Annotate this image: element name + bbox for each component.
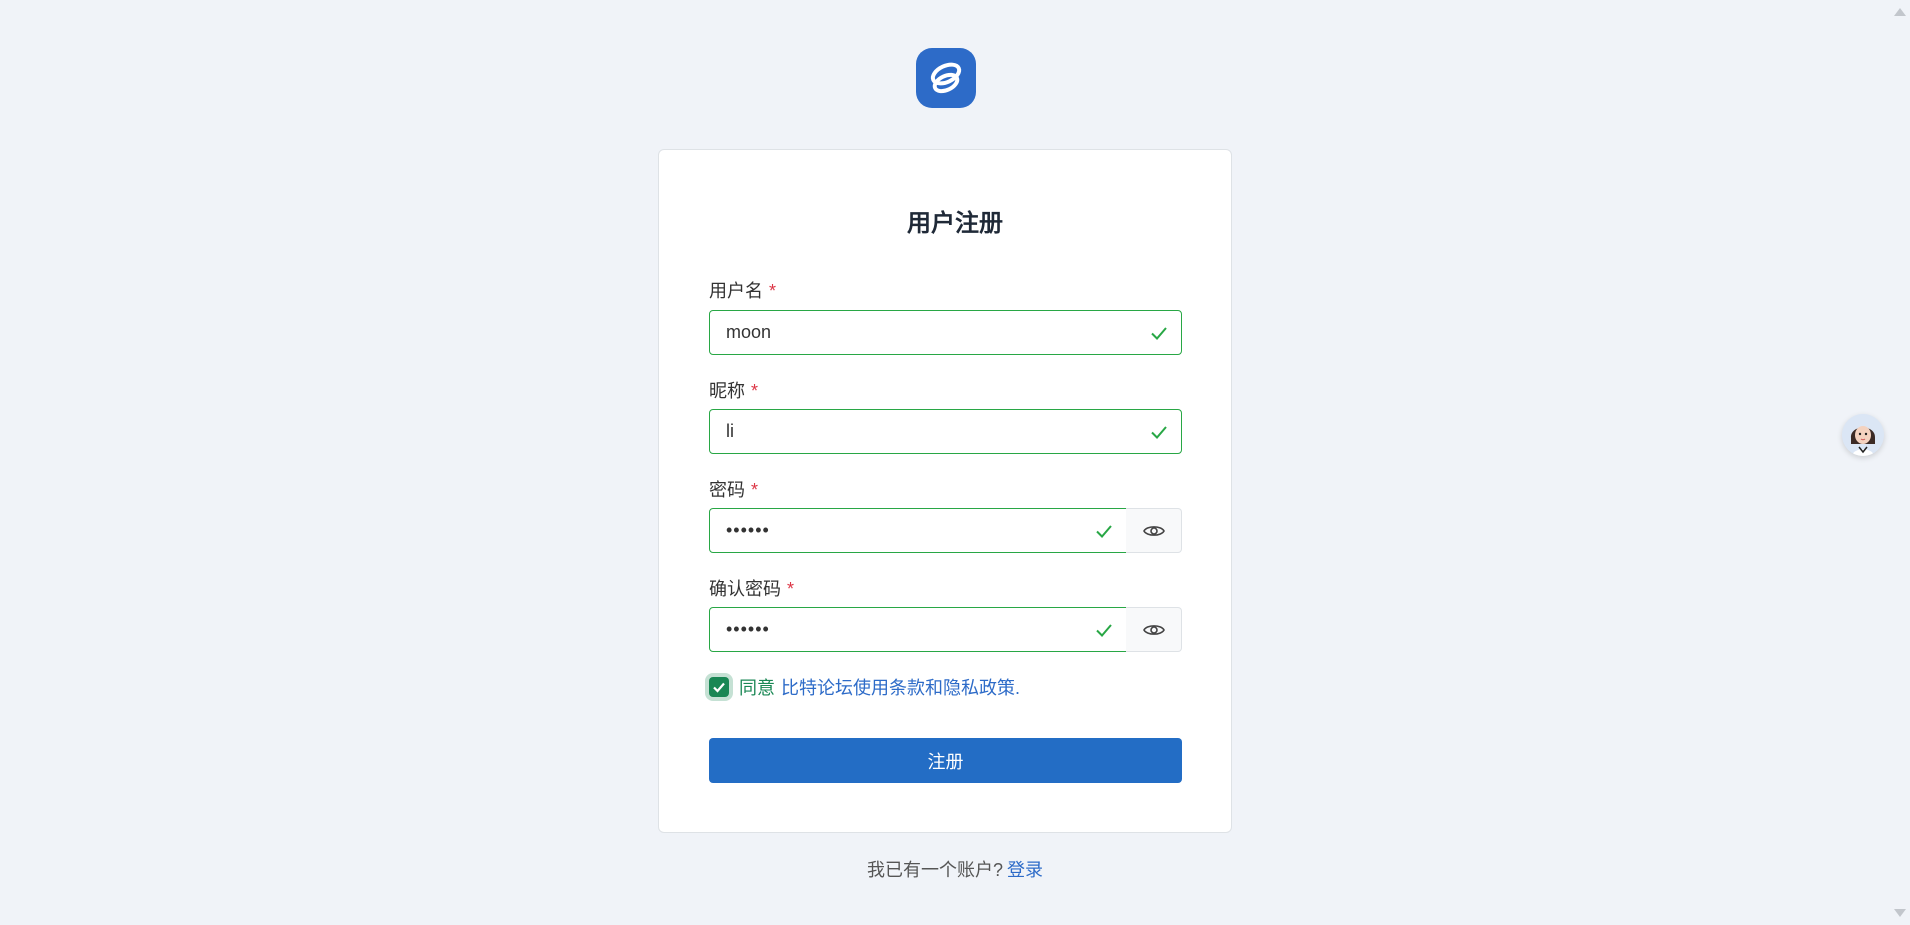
register-button[interactable]: 注册	[709, 738, 1182, 783]
confirm-password-label-text: 确认密码	[709, 579, 781, 599]
toggle-password-button[interactable]	[1126, 508, 1182, 553]
eye-icon	[1142, 525, 1165, 536]
registration-page: 用户注册 用户名 * moon 昵称 * li 密码 * •••••• 确认密码…	[0, 0, 1910, 925]
username-value: moon	[726, 322, 772, 342]
terms-link[interactable]: 比特论坛使用条款和隐私政策.	[781, 674, 1020, 700]
forum-logo-icon[interactable]	[916, 48, 976, 108]
required-mark: *	[787, 579, 795, 599]
password-input[interactable]: ••••••	[709, 508, 1127, 553]
confirm-password-label: 确认密码 *	[709, 575, 794, 601]
required-mark: *	[769, 281, 777, 301]
login-prompt: 我已有一个账户? 登录	[0, 856, 1910, 882]
check-icon	[1151, 327, 1167, 340]
agree-checkbox[interactable]	[709, 677, 729, 697]
checkmark-icon	[713, 682, 725, 693]
page-title: 用户注册	[907, 210, 1003, 237]
username-input[interactable]: moon	[709, 310, 1182, 355]
username-label-text: 用户名	[709, 281, 763, 301]
login-prompt-text: 我已有一个账户?	[866, 860, 1003, 880]
username-label: 用户名 *	[709, 277, 776, 303]
confirm-password-value: ••••••	[726, 619, 770, 639]
agree-terms-row: 同意 比特论坛使用条款和隐私政策.	[709, 674, 1020, 700]
eye-icon	[1142, 624, 1165, 635]
login-link[interactable]: 登录	[1007, 860, 1043, 880]
agree-label: 同意	[739, 678, 775, 698]
check-icon	[1151, 426, 1167, 439]
scroll-down-arrow[interactable]	[1894, 909, 1906, 917]
password-label-text: 密码	[709, 480, 745, 500]
nickname-input[interactable]: li	[709, 409, 1182, 454]
nickname-label: 昵称 *	[709, 377, 758, 403]
check-icon	[1096, 525, 1112, 538]
nickname-value: li	[726, 421, 734, 441]
toggle-confirm-password-button[interactable]	[1126, 607, 1182, 652]
assistant-avatar[interactable]	[1842, 414, 1884, 456]
required-mark: *	[751, 480, 759, 500]
password-value: ••••••	[726, 520, 770, 540]
confirm-password-input[interactable]: ••••••	[709, 607, 1127, 652]
required-mark: *	[751, 381, 759, 401]
check-icon	[1096, 624, 1112, 637]
assistant-avatar-icon	[1842, 414, 1884, 456]
scroll-up-arrow[interactable]	[1894, 8, 1906, 16]
nickname-label-text: 昵称	[709, 381, 745, 401]
password-label: 密码 *	[709, 476, 758, 502]
